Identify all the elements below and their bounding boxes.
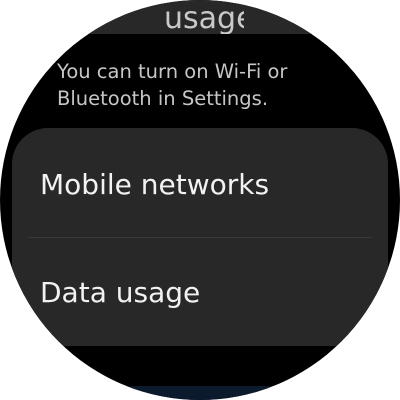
mobile-networks-item[interactable]: Mobile networks (12, 128, 388, 236)
network-settings-card: Mobile networks Data usage (12, 128, 388, 346)
info-message: You can turn on Wi-Fi or Bluetooth in Se… (57, 58, 357, 112)
previous-settings-card[interactable]: usage (24, 0, 376, 34)
data-usage-label: Data usage (40, 276, 201, 309)
data-usage-item[interactable]: Data usage (12, 238, 388, 346)
mobile-networks-label: Mobile networks (40, 168, 270, 201)
info-message-line-2: Bluetooth in Settings. (57, 87, 269, 110)
info-message-line-1: You can turn on Wi-Fi or (57, 60, 288, 83)
next-card-edge (130, 386, 270, 400)
previous-card-label: usage (164, 4, 244, 34)
watch-screen: usage You can turn on Wi-Fi or Bluetooth… (0, 0, 400, 400)
